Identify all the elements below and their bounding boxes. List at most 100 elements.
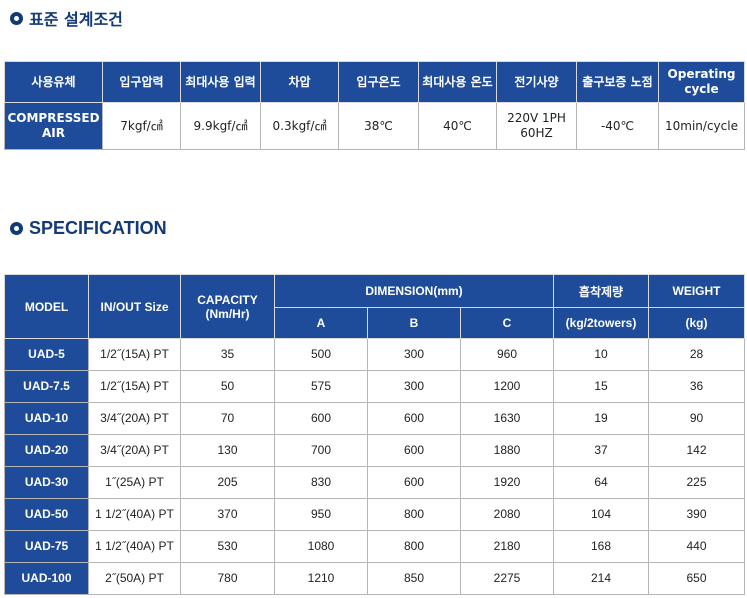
cell-absorbent: 15	[553, 370, 649, 403]
value-electrical: 220V 1PH 60HZ	[496, 102, 577, 150]
cell-model: UAD-75	[4, 530, 89, 563]
cell-dim-c: 960	[460, 338, 554, 371]
cell-dim-c: 2080	[460, 498, 554, 531]
design-conditions-title: 표준 설계조건	[10, 6, 123, 30]
value-max-temperature: 40℃	[418, 102, 497, 150]
value-fluid: COMPRESSED AIR	[4, 102, 103, 150]
cell-dim-a: 500	[274, 338, 368, 371]
table-row: UAD-100 2˝(50A) PT 780 1210 850 2275 214 650	[4, 562, 745, 595]
table-row: UAD-50 1 1/2˝(40A) PT 370 950 800 2080 104 390	[4, 498, 745, 531]
value-max-pressure: 9.9kgf/㎠	[180, 102, 261, 150]
cell-dim-c: 2180	[460, 530, 554, 563]
cell-capacity: 130	[180, 434, 275, 467]
cell-weight: 28	[648, 338, 745, 371]
header-inlet-temperature: 입구온도	[338, 61, 419, 103]
cell-dim-b: 300	[367, 338, 461, 371]
cell-dim-b: 600	[367, 402, 461, 435]
cell-capacity: 370	[180, 498, 275, 531]
cell-dim-c: 1880	[460, 434, 554, 467]
header-weight: WEIGHT	[648, 274, 745, 308]
cell-model: UAD-100	[4, 562, 89, 595]
cell-model: UAD-7.5	[4, 370, 89, 403]
header-weight-unit: (kg)	[648, 307, 745, 339]
header-dim-c: C	[460, 307, 554, 339]
cell-inout-size: 2˝(50A) PT	[88, 562, 181, 595]
cell-capacity: 35	[180, 338, 275, 371]
cell-model: UAD-30	[4, 466, 89, 499]
cell-dim-a: 950	[274, 498, 368, 531]
cell-weight: 440	[648, 530, 745, 563]
cell-weight: 142	[648, 434, 745, 467]
table-row: UAD-7.5 1/2˝(15A) PT 50 575 300 1200 15 36	[4, 370, 745, 403]
cell-inout-size: 3/4˝(20A) PT	[88, 434, 181, 467]
header-inout-size: IN/OUT Size	[88, 274, 181, 339]
spec-header-row-1: MODEL IN/OUT Size CAPACITY (Nm/Hr) DIMEN…	[4, 274, 745, 339]
header-capacity: CAPACITY (Nm/Hr)	[180, 274, 275, 339]
cell-weight: 390	[648, 498, 745, 531]
cell-dim-c: 1630	[460, 402, 554, 435]
cell-model: UAD-50	[4, 498, 89, 531]
table-row: UAD-20 3/4˝(20A) PT 130 700 600 1880 37 142	[4, 434, 745, 467]
header-differential-pressure: 차압	[260, 61, 339, 103]
header-dimension: DIMENSION(mm)	[274, 274, 554, 308]
cell-model: UAD-10	[4, 402, 89, 435]
design-conditions-header-row: 사용유체 입구압력 최대사용 입력 차압 입구온도 최대사용 온도 전기사양 출…	[4, 61, 745, 103]
cell-absorbent: 104	[553, 498, 649, 531]
header-operating-cycle: Operating cycle	[658, 61, 745, 103]
table-row: UAD-5 1/2˝(15A) PT 35 500 300 960 10 28	[4, 338, 745, 371]
cell-absorbent: 37	[553, 434, 649, 467]
value-operating-cycle: 10min/cycle	[658, 102, 745, 150]
design-conditions-table: 사용유체 입구압력 최대사용 입력 차압 입구온도 최대사용 온도 전기사양 출…	[4, 61, 745, 150]
circle-bullet-icon	[10, 222, 23, 235]
table-row: UAD-75 1 1/2˝(40A) PT 530 1080 800 2180 168 440	[4, 530, 745, 563]
header-dim-a: A	[274, 307, 368, 339]
cell-weight: 650	[648, 562, 745, 595]
cell-capacity: 780	[180, 562, 275, 595]
cell-absorbent: 19	[553, 402, 649, 435]
value-inlet-temperature: 38℃	[338, 102, 419, 150]
cell-weight: 36	[648, 370, 745, 403]
cell-inout-size: 1 1/2˝(40A) PT	[88, 498, 181, 531]
cell-capacity: 50	[180, 370, 275, 403]
header-electrical: 전기사양	[496, 61, 577, 103]
cell-dim-a: 575	[274, 370, 368, 403]
header-fluid: 사용유체	[4, 61, 103, 103]
cell-dim-a: 830	[274, 466, 368, 499]
cell-capacity: 70	[180, 402, 275, 435]
cell-dim-a: 1210	[274, 562, 368, 595]
cell-model: UAD-5	[4, 338, 89, 371]
cell-dim-b: 850	[367, 562, 461, 595]
header-dim-b: B	[367, 307, 461, 339]
cell-dim-a: 700	[274, 434, 368, 467]
cell-inout-size: 1/2˝(15A) PT	[88, 338, 181, 371]
cell-capacity: 205	[180, 466, 275, 499]
cell-dim-c: 1200	[460, 370, 554, 403]
value-inlet-pressure: 7kgf/㎠	[102, 102, 181, 150]
specification-title: SPECIFICATION	[10, 218, 167, 239]
cell-dim-b: 300	[367, 370, 461, 403]
header-dew-point: 출구보증 노점	[576, 61, 659, 103]
cell-inout-size: 1 1/2˝(40A) PT	[88, 530, 181, 563]
design-conditions-value-row: COMPRESSED AIR 7kgf/㎠ 9.9kgf/㎠ 0.3kgf/㎠ …	[4, 102, 745, 150]
header-model: MODEL	[4, 274, 89, 339]
cell-absorbent: 10	[553, 338, 649, 371]
header-absorbent-unit: (kg/2towers)	[553, 307, 649, 339]
value-differential-pressure: 0.3kgf/㎠	[260, 102, 339, 150]
table-row: UAD-30 1˝(25A) PT 205 830 600 1920 64 225	[4, 466, 745, 499]
cell-inout-size: 1/2˝(15A) PT	[88, 370, 181, 403]
cell-model: UAD-20	[4, 434, 89, 467]
cell-dim-c: 1920	[460, 466, 554, 499]
specification-table: MODEL IN/OUT Size CAPACITY (Nm/Hr) DIMEN…	[4, 274, 745, 595]
table-row: UAD-10 3/4˝(20A) PT 70 600 600 1630 19 90	[4, 402, 745, 435]
cell-absorbent: 64	[553, 466, 649, 499]
cell-dim-b: 600	[367, 466, 461, 499]
cell-dim-b: 800	[367, 530, 461, 563]
cell-inout-size: 3/4˝(20A) PT	[88, 402, 181, 435]
specification-title-text: SPECIFICATION	[29, 218, 167, 238]
cell-weight: 90	[648, 402, 745, 435]
spec-body: UAD-5 1/2˝(15A) PT 35 500 300 960 10 28 UAD-7.5 1…	[4, 338, 745, 595]
cell-capacity: 530	[180, 530, 275, 563]
header-inlet-pressure: 입구압력	[102, 61, 181, 103]
header-max-pressure: 최대사용 입력	[180, 61, 261, 103]
header-absorbent: 흡착제량	[553, 274, 649, 308]
